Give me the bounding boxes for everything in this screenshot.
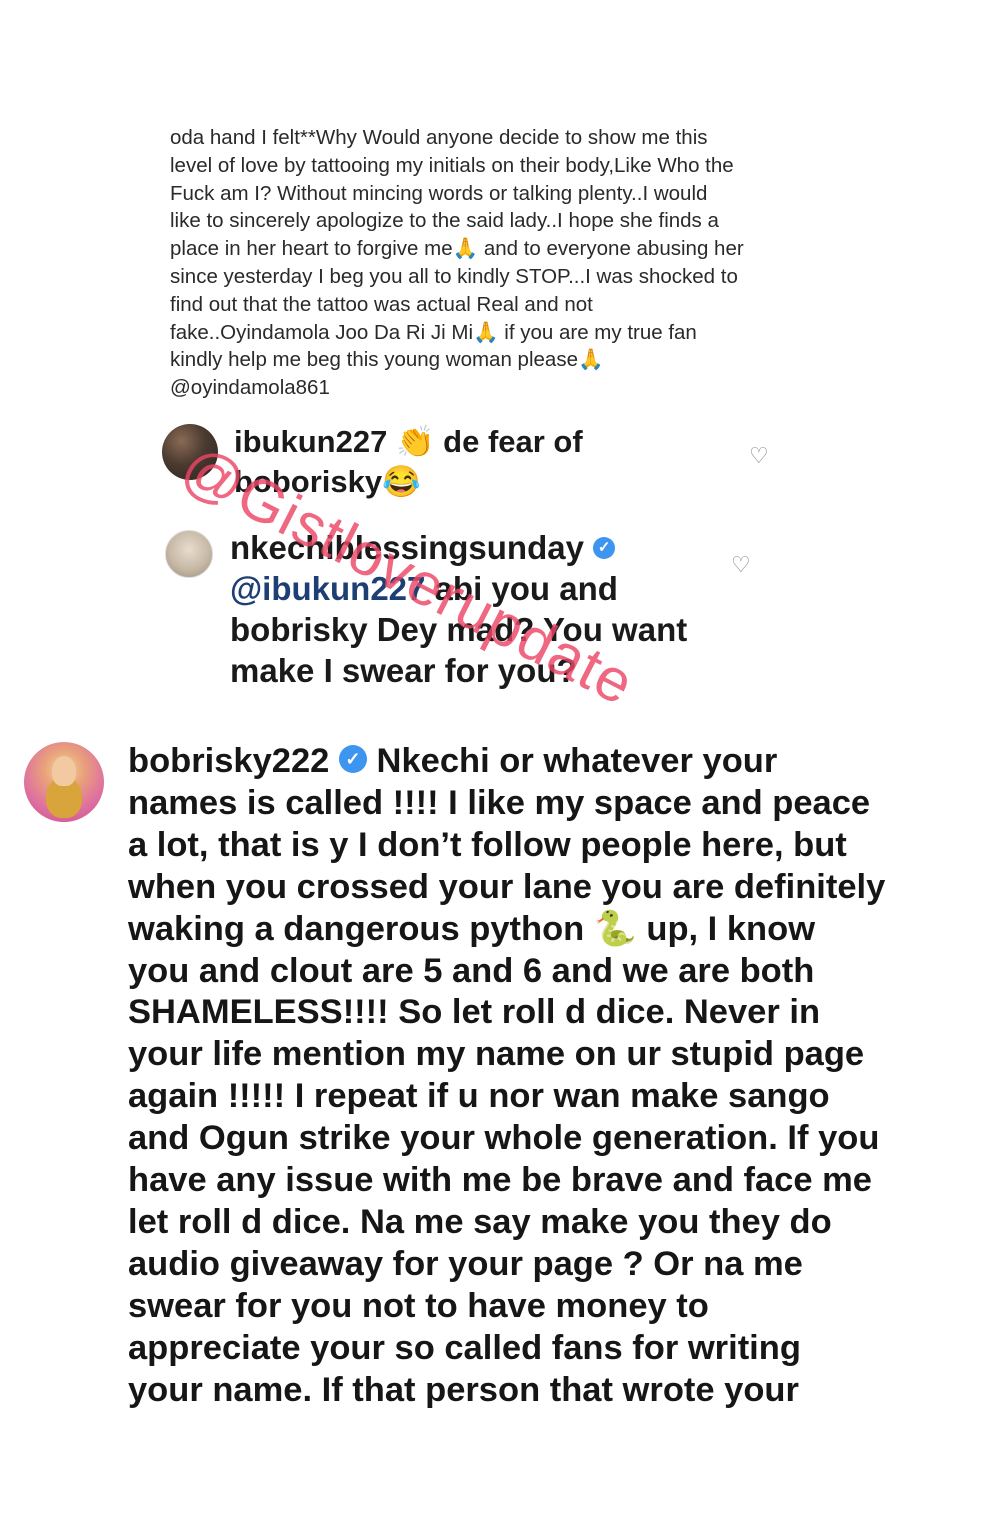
comment-username[interactable]: nkechiblessingsunday: [230, 529, 584, 566]
reply-text-part2: up, I know you and clout are 5 and 6 and…: [128, 909, 880, 1409]
heart-outline-icon[interactable]: ♡: [749, 445, 769, 467]
verified-badge-icon: ✓: [593, 537, 616, 560]
mention-link[interactable]: @ibukun227: [230, 570, 425, 607]
ibukun227-avatar[interactable]: [162, 424, 218, 480]
reply-username[interactable]: bobrisky222: [128, 742, 329, 780]
heart-outline-icon[interactable]: ♡: [731, 554, 751, 576]
comment-ibukun227: ibukun227 👏 de fear of boborisky😂: [234, 422, 714, 502]
snake-emoji-icon: 🐍: [593, 908, 637, 949]
comment-username[interactable]: ibukun227: [234, 424, 387, 459]
comment-nkechiblessingsunday: nkechiblessingsunday ✓ @ibukun227 abi yo…: [230, 527, 720, 691]
reply-bobrisky222: bobrisky222 ✓ Nkechi or whatever your na…: [128, 741, 963, 1412]
post-caption: oda hand I felt**Why Would anyone decide…: [170, 126, 744, 400]
verified-badge-icon: ✓: [338, 744, 367, 773]
profile-photo-figure: [52, 756, 76, 786]
nkechiblessingsunday-avatar[interactable]: [165, 530, 213, 578]
bobrisky222-avatar[interactable]: [24, 742, 104, 822]
